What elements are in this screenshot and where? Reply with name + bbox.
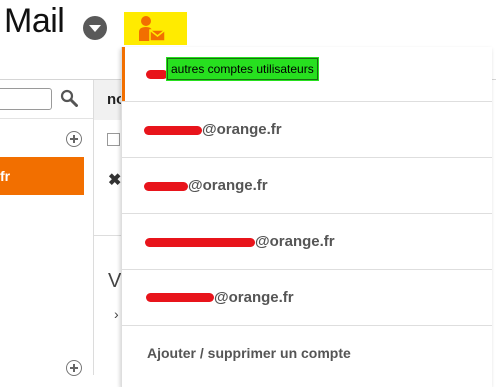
- delete-icon[interactable]: ✖: [108, 170, 121, 190]
- select-all-checkbox[interactable]: [107, 133, 120, 146]
- account-address: @orange.fr: [255, 233, 335, 250]
- sidebar-item-label: fr: [0, 168, 11, 184]
- redaction-mark: [144, 126, 202, 135]
- search-input[interactable]: [0, 88, 52, 110]
- sidebar-item-active[interactable]: fr: [0, 157, 84, 195]
- redaction-mark: [144, 182, 188, 191]
- sidebar-divider: [0, 118, 93, 119]
- account-item[interactable]: @orange.fr: [122, 270, 492, 326]
- manage-accounts-link[interactable]: Ajouter / supprimer un compte: [147, 345, 351, 361]
- redaction-mark: [145, 238, 255, 247]
- account-address: @orange.fr: [202, 121, 282, 138]
- add-item-icon[interactable]: [66, 360, 82, 376]
- app-menu-dropdown-button[interactable]: [83, 16, 107, 40]
- list-divider: [94, 235, 124, 236]
- account-item[interactable]: @orange.fr: [122, 158, 492, 214]
- redaction-mark: [146, 70, 168, 79]
- user-mail-icon: [139, 16, 166, 42]
- search-icon[interactable]: [60, 89, 78, 107]
- list-text-fragment: V: [108, 270, 122, 292]
- add-folder-icon[interactable]: [66, 131, 82, 147]
- accounts-dropdown: g @orange.fr @orange.fr @orange.fr @oran…: [121, 47, 492, 387]
- app-title: Mail: [4, 2, 65, 40]
- user-accounts-button[interactable]: [124, 12, 187, 45]
- account-item[interactable]: @orange.fr: [122, 214, 492, 270]
- account-address: @orange.fr: [214, 289, 294, 306]
- chevron-down-icon: [89, 25, 101, 32]
- chevron-right-icon[interactable]: ›: [114, 306, 119, 322]
- account-button-tooltip: autres comptes utilisateurs: [166, 57, 319, 81]
- account-item[interactable]: @orange.fr: [122, 102, 492, 158]
- redaction-mark: [146, 293, 214, 302]
- column-divider: [93, 80, 94, 375]
- account-address: @orange.fr: [188, 177, 268, 194]
